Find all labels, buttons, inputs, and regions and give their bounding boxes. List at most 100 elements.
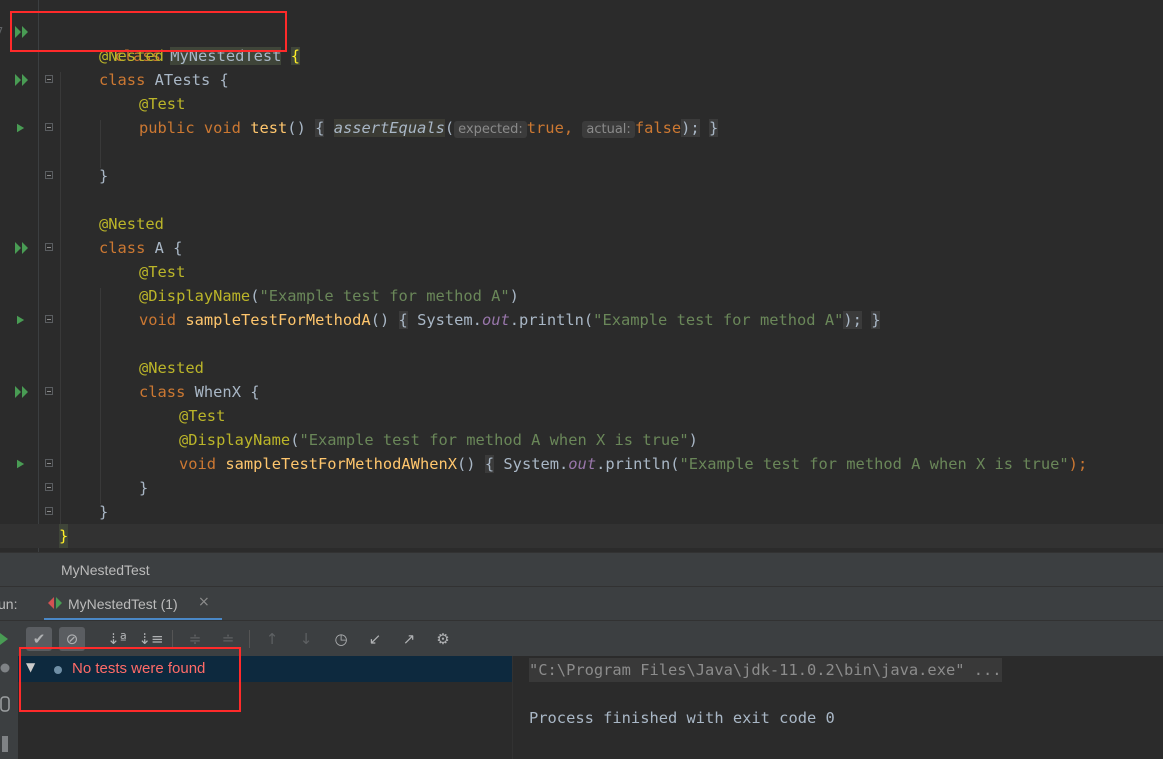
- toolbar-separator: [172, 630, 173, 648]
- code-line: @DisplayName("Example test for method A"…: [0, 284, 1163, 308]
- keyword: public void: [139, 119, 241, 137]
- fold-icon[interactable]: [45, 243, 53, 251]
- static-field: out: [568, 455, 597, 473]
- fold-icon[interactable]: [45, 75, 53, 83]
- code-line: class WhenX {: [0, 380, 1163, 404]
- fold-icon[interactable]: [45, 483, 53, 491]
- export-icon[interactable]: ↗: [396, 627, 422, 651]
- method-call: .println(: [509, 311, 594, 329]
- code-line: class A {: [0, 236, 1163, 260]
- run-all-icon[interactable]: [15, 386, 29, 398]
- fold-icon[interactable]: [45, 507, 53, 515]
- string-literal: "Example test for method A": [593, 311, 844, 329]
- side-action-strip: [0, 656, 18, 759]
- fold-icon[interactable]: [45, 387, 53, 395]
- annotation: @Test: [139, 263, 186, 281]
- fold-icon[interactable]: [45, 171, 53, 179]
- method-call: assertEquals: [333, 119, 445, 137]
- annotation: @Nested: [99, 215, 164, 233]
- param-hint: actual:: [582, 121, 635, 138]
- code-line: @DisplayName("Example test for method A …: [0, 428, 1163, 452]
- console-exit-line: Process finished with exit code 0: [529, 709, 835, 727]
- run-tab[interactable]: MyNestedTest (1) ×: [44, 587, 222, 621]
- run-test-icon[interactable]: [17, 314, 27, 326]
- code-line: @Nested: [0, 212, 1163, 236]
- run-label: un:: [0, 596, 18, 612]
- close-brace: }: [871, 311, 881, 329]
- toggle-icon[interactable]: [0, 696, 10, 712]
- code-line: }: [0, 164, 1163, 188]
- close-brace: }: [59, 524, 69, 548]
- keyword: class: [99, 71, 146, 89]
- code-line: @Test: [0, 404, 1163, 428]
- open-brace: {: [315, 119, 325, 137]
- run-tab-label: MyNestedTest (1): [68, 596, 178, 612]
- pin-icon[interactable]: [2, 736, 8, 752]
- string-literal: "Example test for method A when X is tru…: [299, 431, 689, 449]
- paren: ): [688, 431, 698, 449]
- import-icon[interactable]: ↙: [362, 627, 388, 651]
- highlight-box-tests: [19, 647, 241, 712]
- code-line: @Test: [0, 260, 1163, 284]
- annotation: @DisplayName: [139, 287, 251, 305]
- parens: (): [370, 311, 390, 329]
- highlight-box-class: [10, 11, 287, 52]
- method-call: .println(: [596, 455, 680, 473]
- fold-icon[interactable]: [45, 315, 53, 323]
- open-brace: {: [398, 311, 408, 329]
- test-tree[interactable]: ▼ No tests were found: [18, 647, 513, 759]
- run-all-icon[interactable]: [15, 242, 29, 254]
- run-test-icon[interactable]: [17, 458, 27, 470]
- literal: true,: [526, 119, 574, 137]
- class-ref: System.: [503, 455, 569, 473]
- code-line: }: [0, 500, 1163, 524]
- rerun-icon[interactable]: [0, 633, 8, 645]
- code-line: @Test: [0, 92, 1163, 116]
- class-name: ATests {: [154, 71, 229, 89]
- literal: false: [634, 119, 682, 137]
- class-name: WhenX {: [194, 383, 260, 401]
- code-line: @Nested: [0, 356, 1163, 380]
- method-name: test: [250, 119, 288, 137]
- open-brace: {: [484, 455, 495, 473]
- close-brace: }: [708, 119, 719, 137]
- prev-failed-icon[interactable]: ↑: [259, 627, 285, 651]
- method-name: sampleTestForMethodAWhenX: [225, 455, 458, 473]
- class-name: A {: [154, 239, 183, 257]
- code-line: class ATests {: [0, 68, 1163, 92]
- statement-end: );: [1068, 455, 1088, 473]
- close-icon[interactable]: ×: [198, 594, 210, 610]
- code-line: public void test() { assertEquals(expect…: [0, 116, 1163, 140]
- static-field: out: [481, 311, 510, 329]
- keyword: class: [99, 239, 146, 257]
- close-brace: }: [99, 503, 109, 521]
- run-all-icon[interactable]: [15, 74, 29, 86]
- next-failed-icon[interactable]: ↓: [293, 627, 319, 651]
- paren: (: [444, 119, 455, 137]
- clock-icon[interactable]: [0, 663, 10, 673]
- code-editor[interactable]: 7 class MyNestedTest { @Nested class ATe…: [0, 0, 1163, 552]
- statement-end: );: [843, 311, 862, 329]
- close-brace: }: [139, 479, 149, 497]
- param-hint: expected:: [454, 121, 527, 138]
- class-ref: System.: [417, 311, 482, 329]
- run-panel-header: un: MyNestedTest (1) ×: [0, 586, 1163, 621]
- close-brace: }: [99, 167, 109, 185]
- keyword: void: [179, 455, 217, 473]
- fold-icon[interactable]: [45, 459, 53, 467]
- annotation: @Test: [139, 95, 186, 113]
- history-icon[interactable]: ◷: [328, 627, 354, 651]
- console-output[interactable]: "C:\Program Files\Java\jdk-11.0.2\bin\ja…: [513, 656, 1163, 759]
- statement-end: );: [681, 119, 700, 137]
- annotation: @Test: [179, 407, 226, 425]
- settings-icon[interactable]: ⚙: [430, 627, 456, 651]
- run-test-icon[interactable]: [17, 122, 27, 134]
- annotation: @Nested: [139, 359, 204, 377]
- breadcrumb-class[interactable]: MyNestedTest: [61, 562, 150, 578]
- test-config-icon: [48, 597, 62, 609]
- code-line: void sampleTestForMethodAWhenX() { Syste…: [0, 452, 1163, 476]
- fold-icon[interactable]: [45, 123, 53, 131]
- line-number: 7: [0, 20, 6, 44]
- method-name: sampleTestForMethodA: [185, 311, 371, 329]
- keyword: void: [139, 311, 177, 329]
